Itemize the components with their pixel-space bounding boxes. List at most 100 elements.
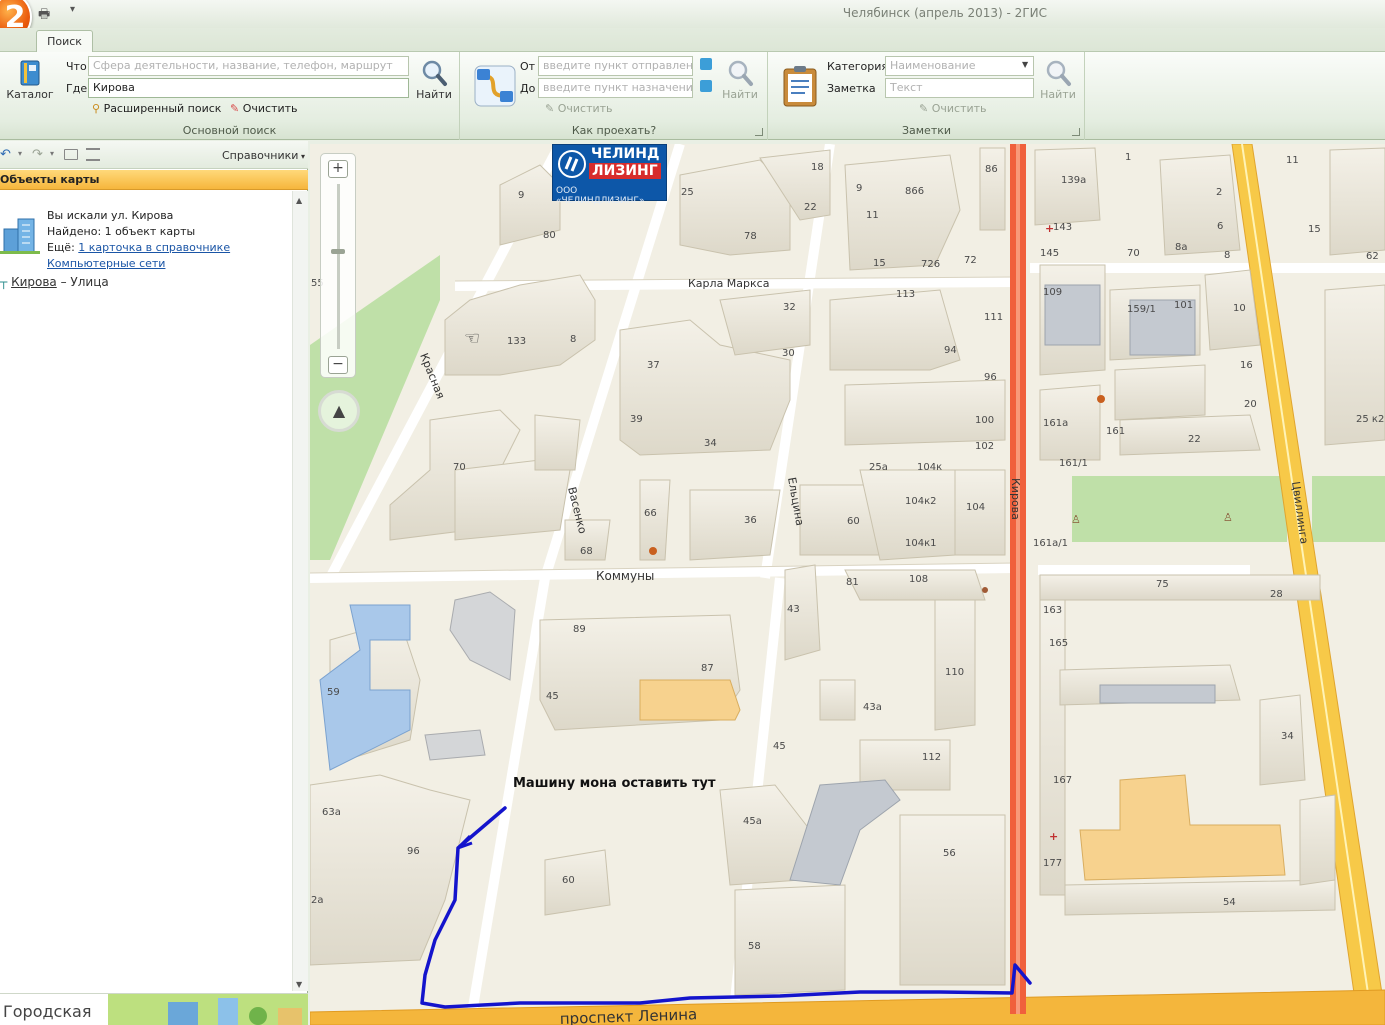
svg-text:36: 36	[744, 515, 757, 526]
forward-arrow-icon[interactable]: ↷	[32, 147, 43, 162]
svg-text:133: 133	[507, 336, 526, 347]
route-clear-label: Очистить	[557, 102, 613, 115]
city-map[interactable]: Карла Маркса Красная Васенко Ельцина Ком…	[310, 144, 1385, 1025]
bottom-banner[interactable]: Городская	[0, 993, 308, 1025]
ad-line2: ЛИЗИНГ	[589, 163, 661, 179]
ad-line3: ООО «ЧЕЛИНДЛИЗИНГ»	[556, 186, 645, 206]
highlighted-building	[639, 679, 741, 721]
svg-text:9: 9	[856, 183, 862, 194]
poi-icon	[982, 587, 988, 593]
advanced-search-label: Расширенный поиск	[103, 102, 222, 115]
svg-text:167: 167	[1053, 775, 1072, 786]
chevron-down-icon[interactable]: ▼	[1022, 60, 1028, 69]
route-find-button[interactable]: Найти	[720, 58, 760, 101]
ad-line1: ЧЕЛИНД	[591, 146, 660, 162]
pharmacy-icon: +	[1049, 830, 1058, 843]
minus-icon: −	[332, 356, 344, 372]
computer-networks-link[interactable]: Компьютерные сети	[47, 257, 165, 270]
poi-icon	[1097, 395, 1105, 403]
scroll-down-icon[interactable]: ▼	[296, 980, 302, 989]
svg-text:161а/1: 161а/1	[1033, 538, 1068, 549]
svg-text:43а: 43а	[863, 702, 882, 713]
svg-text:159/1: 159/1	[1127, 304, 1156, 315]
notes-clear-button[interactable]: ✎ Очистить	[919, 102, 987, 115]
map-view[interactable]: Карла Маркса Красная Васенко Ельцина Ком…	[310, 144, 1385, 1025]
svg-text:15: 15	[873, 258, 886, 269]
zoom-out-button[interactable]: −	[328, 356, 348, 374]
zoom-in-button[interactable]: +	[328, 160, 348, 178]
from-pick-icon[interactable]	[700, 58, 712, 70]
svg-text:63а: 63а	[322, 807, 341, 818]
to-pick-icon[interactable]	[700, 80, 712, 92]
svg-text:101: 101	[1174, 300, 1193, 311]
svg-text:177: 177	[1043, 858, 1062, 869]
catalog-button[interactable]: Каталог	[6, 58, 54, 101]
notes-find-button[interactable]: Найти	[1038, 58, 1078, 101]
found-text: Найдено: 1 объект карты	[47, 225, 196, 238]
svg-text:6: 6	[1217, 221, 1223, 232]
find-button[interactable]: Найти	[414, 58, 454, 101]
collapse-icon[interactable]	[86, 148, 100, 161]
category-select[interactable]: Наименование	[885, 56, 1034, 76]
searched-text: Вы искали ул. Кирова	[47, 209, 174, 222]
from-input[interactable]: введите пункт отправления	[538, 56, 693, 76]
advanced-search-button[interactable]: ⚲ Расширенный поиск	[92, 102, 221, 115]
search-result: Вы искали ул. Кирова Найдено: 1 объект к…	[0, 199, 292, 270]
ribbon-tab-row	[0, 28, 1385, 52]
svg-text:28: 28	[1270, 589, 1283, 600]
zoom-control: + −	[320, 153, 356, 378]
zoom-track[interactable]	[337, 184, 340, 349]
svg-text:54: 54	[1223, 897, 1236, 908]
svg-text:145: 145	[1040, 248, 1059, 259]
result-street-item[interactable]: ┬ Кирова – Улица	[0, 275, 109, 289]
street-label-kommuny: Коммуны	[596, 569, 654, 583]
svg-text:58: 58	[748, 941, 761, 952]
note-input[interactable]: Текст	[885, 78, 1034, 98]
tab-search[interactable]: Поиск	[36, 30, 93, 53]
svg-text:18: 18	[811, 162, 824, 173]
svg-text:25а: 25а	[869, 462, 888, 473]
route-icon	[474, 65, 516, 107]
street-name-link[interactable]: Кирова	[11, 275, 57, 289]
svg-text:8а: 8а	[1175, 242, 1188, 253]
notes-launcher-icon[interactable]	[1072, 128, 1080, 136]
compass-icon[interactable]: ▲	[318, 390, 360, 432]
street-label-kirova: Кирова	[1009, 478, 1022, 520]
zoom-thumb[interactable]	[331, 249, 345, 254]
clear-button[interactable]: ✎ Очистить	[230, 102, 298, 115]
svg-text:80: 80	[543, 230, 556, 241]
list-view-icon[interactable]	[64, 149, 78, 160]
directories-label: Справочники	[222, 149, 299, 162]
svg-text:104: 104	[966, 502, 985, 513]
scroll-up-icon[interactable]: ▲	[296, 196, 302, 205]
where-input[interactable]: Кирова	[88, 78, 409, 98]
notes-group: Категория Наименование ▼ Заметка Текст Н…	[769, 52, 1085, 140]
card-link[interactable]: 1 карточка в справочнике	[78, 241, 230, 254]
more-prefix: Ещё:	[47, 241, 75, 254]
svg-text:104к: 104к	[917, 462, 942, 473]
find-label: Найти	[416, 88, 452, 101]
back-dropdown-icon[interactable]: ▾	[18, 149, 22, 158]
directories-button[interactable]: Справочники ▾	[222, 149, 305, 162]
what-input[interactable]: Сфера деятельности, название, телефон, м…	[88, 56, 409, 76]
eraser-icon: ✎	[545, 102, 555, 115]
route-clear-button[interactable]: ✎ Очистить	[545, 102, 613, 115]
forward-dropdown-icon[interactable]: ▾	[50, 149, 54, 158]
svg-text:108: 108	[909, 574, 928, 585]
street-sign-icon: ┬	[0, 275, 8, 289]
to-input[interactable]: введите пункт назначения	[538, 78, 693, 98]
svg-text:45: 45	[546, 691, 559, 702]
svg-text:22: 22	[804, 202, 817, 213]
note-label: Заметка	[827, 82, 876, 95]
back-arrow-icon[interactable]: ↶	[0, 147, 11, 162]
svg-text:11: 11	[1286, 155, 1299, 166]
advertiser-logo[interactable]: ЧЕЛИНД ЛИЗИНГ ООО «ЧЕЛИНДЛИЗИНГ»	[552, 144, 667, 206]
banner-illustration	[108, 994, 308, 1025]
svg-text:16: 16	[1240, 360, 1253, 371]
svg-text:104к1: 104к1	[905, 538, 937, 549]
route-launcher-icon[interactable]	[755, 128, 763, 136]
panel-scrollbar[interactable]: ▲ ▼	[292, 191, 308, 991]
main-search-group-label: Основной поиск	[182, 124, 277, 137]
svg-text:32: 32	[783, 302, 796, 313]
monument-icon: ♙	[1071, 513, 1081, 526]
